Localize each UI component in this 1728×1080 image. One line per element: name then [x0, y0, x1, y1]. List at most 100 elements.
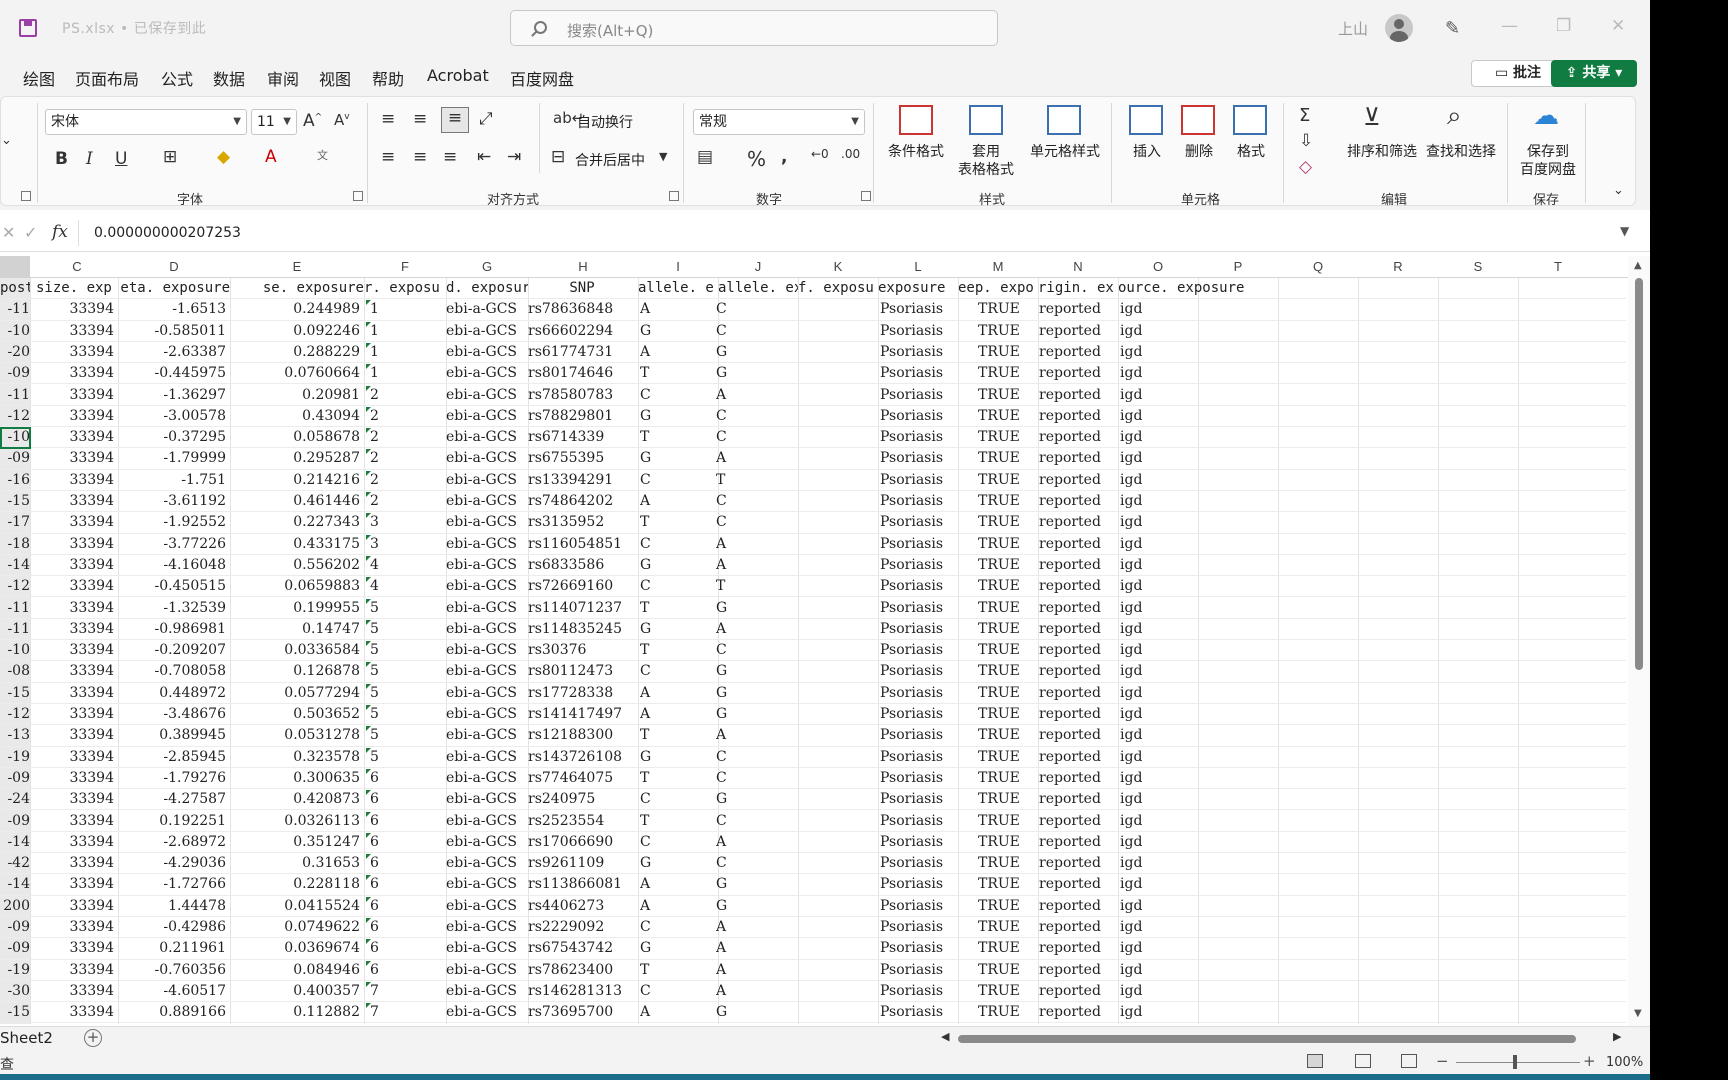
cell[interactable]: T [640, 961, 660, 980]
cell[interactable]: rs4406273 [528, 897, 638, 916]
cell[interactable]: -4.27587 [118, 790, 226, 809]
cell[interactable]: -42 [0, 854, 30, 873]
cell[interactable]: -10 [0, 322, 30, 341]
cell[interactable]: rs74864202 [528, 492, 638, 511]
cell[interactable]: igd [1120, 620, 1160, 639]
cell[interactable]: 1 [366, 342, 396, 362]
cell[interactable]: ebi-a-GCS [446, 428, 526, 447]
cell[interactable]: C [640, 833, 660, 852]
cell[interactable]: 6 [366, 832, 396, 852]
cell[interactable]: -11 [0, 386, 30, 405]
cell[interactable]: 0.084946 [230, 961, 360, 980]
zoom-slider[interactable] [1456, 1062, 1580, 1063]
cell[interactable]: -15 [0, 684, 30, 703]
cell[interactable]: rs6755395 [528, 449, 638, 468]
cell[interactable]: ebi-a-GCS [446, 513, 526, 532]
cell[interactable]: -18 [0, 535, 30, 554]
cell[interactable]: G [716, 705, 736, 724]
cell[interactable]: -09 [0, 812, 30, 831]
fill-icon[interactable]: ⇩ [1299, 131, 1313, 151]
cell[interactable]: TRUE [978, 854, 1028, 873]
cell[interactable]: 2 [366, 406, 396, 426]
cell[interactable]: TRUE [978, 599, 1028, 618]
tab-help[interactable]: 帮助 [372, 66, 404, 90]
paste-dropdown-icon[interactable]: ⌄ [1, 133, 12, 148]
cell[interactable]: ebi-a-GCS [446, 662, 526, 681]
cell[interactable]: TRUE [978, 897, 1028, 916]
column-header-r[interactable]: R [1358, 256, 1438, 278]
cell[interactable]: TRUE [978, 364, 1028, 383]
cell[interactable]: ebi-a-GCS [446, 407, 526, 426]
cell[interactable]: rs66602294 [528, 322, 638, 341]
cell[interactable]: A [640, 705, 660, 724]
font-name-select[interactable]: 宋体 ▼ [45, 109, 247, 135]
column-header-f[interactable]: F [364, 256, 446, 278]
cell[interactable]: reported [1039, 918, 1115, 937]
expand-formula-icon[interactable]: ▼ [1620, 224, 1629, 238]
cell[interactable]: G [640, 322, 660, 341]
cell[interactable]: rs2523554 [528, 812, 638, 831]
cell[interactable]: ource. exposure [1118, 279, 1258, 298]
cell[interactable]: C [716, 428, 736, 447]
cell[interactable]: rs116054851 [528, 535, 638, 554]
cell[interactable]: Psoriasis [880, 513, 956, 532]
cell[interactable]: C [716, 513, 736, 532]
cell[interactable]: 0.0577294 [230, 684, 360, 703]
maximize-icon[interactable]: ❐ [1556, 16, 1571, 36]
cell[interactable]: -0.42986 [118, 918, 226, 937]
cell[interactable]: 6 [366, 939, 396, 958]
cell[interactable]: igd [1120, 790, 1160, 809]
cell[interactable]: -0.585011 [118, 322, 226, 341]
cell[interactable]: 0.295287 [230, 449, 360, 468]
cell[interactable]: ebi-a-GCS [446, 833, 526, 852]
cell[interactable]: rs78829801 [528, 407, 638, 426]
cell[interactable]: allele. e [638, 279, 718, 298]
conditional-format-icon[interactable] [899, 105, 933, 135]
font-size-select[interactable]: 11 ▼ [251, 109, 297, 135]
cell[interactable]: A [716, 961, 736, 980]
cell[interactable]: TRUE [978, 982, 1028, 1001]
cell[interactable]: -1.72766 [118, 875, 226, 894]
column-header-e[interactable]: E [230, 256, 364, 278]
cell[interactable]: -0.450515 [118, 577, 226, 596]
tab-review[interactable]: 审阅 [267, 66, 299, 90]
collapse-ribbon-icon[interactable]: ⌄ [1613, 183, 1624, 198]
cell[interactable]: 0.0749622 [230, 918, 360, 937]
cell[interactable]: 33394 [36, 407, 114, 426]
cell[interactable]: exposure [878, 279, 958, 298]
cell[interactable]: allele. ex [718, 279, 798, 298]
cell[interactable]: Psoriasis [880, 428, 956, 447]
cell[interactable]: 0.058678 [230, 428, 360, 447]
cell[interactable]: TRUE [978, 1003, 1028, 1022]
avatar[interactable] [1385, 14, 1413, 42]
cell[interactable]: C [716, 812, 736, 831]
cell[interactable]: Psoriasis [880, 897, 956, 916]
cell[interactable]: A [716, 556, 736, 575]
cell[interactable]: ebi-a-GCS [446, 364, 526, 383]
cell[interactable]: -09 [0, 449, 30, 468]
cell[interactable]: 0.556202 [230, 556, 360, 575]
cell[interactable]: G [640, 449, 660, 468]
cell[interactable]: C [640, 535, 660, 554]
column-header-m[interactable]: M [958, 256, 1038, 278]
tab-baidu-netdisk[interactable]: 百度网盘 [510, 66, 574, 90]
cell[interactable]: 1 [366, 364, 396, 383]
cell[interactable]: 0.211961 [118, 939, 226, 958]
cell[interactable]: igd [1120, 726, 1160, 745]
number-launcher-icon[interactable] [861, 191, 871, 201]
cell[interactable]: G [640, 556, 660, 575]
scroll-up-icon[interactable]: ▲ [1634, 260, 1642, 271]
cell[interactable]: Psoriasis [880, 705, 956, 724]
insert-function-icon[interactable]: fx [52, 222, 68, 242]
align-center-icon[interactable]: ≡ [413, 147, 427, 167]
cell[interactable]: ebi-a-GCS [446, 939, 526, 958]
cell[interactable]: G [640, 939, 660, 958]
align-right-icon[interactable]: ≡ [443, 147, 457, 167]
cell[interactable]: 33394 [36, 364, 114, 383]
cell[interactable]: 33394 [36, 322, 114, 341]
cell[interactable]: -09 [0, 364, 30, 383]
cell[interactable]: -0.445975 [118, 364, 226, 383]
cell[interactable]: ebi-a-GCS [446, 300, 526, 319]
baidu-cloud-icon[interactable]: ☁ [1533, 101, 1559, 131]
cell[interactable]: 1 [366, 300, 396, 319]
